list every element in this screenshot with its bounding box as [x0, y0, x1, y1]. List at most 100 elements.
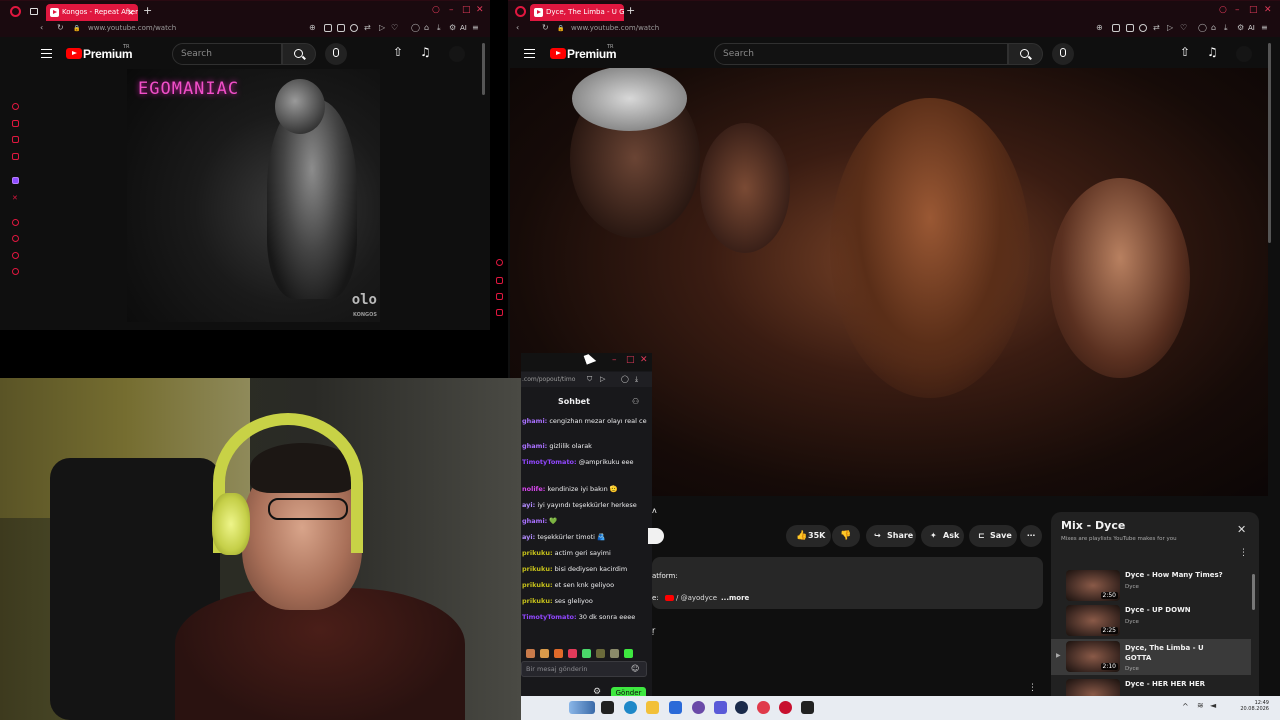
sidebar-twitch-icon[interactable] — [12, 177, 19, 184]
menu-hamburger-icon[interactable] — [524, 49, 535, 58]
minimize-icon[interactable]: – — [1235, 5, 1240, 15]
sidebar-settings-icon[interactable] — [12, 268, 19, 275]
emote-icon[interactable] — [526, 649, 535, 658]
more-link[interactable]: ...more — [721, 594, 749, 602]
chat-username[interactable]: prikuku: — [522, 565, 553, 573]
tab-kongos[interactable]: Kongos - Repeat After Me × — [46, 4, 138, 21]
taskbar-clock[interactable]: 12:49 20.08.2026 — [1229, 700, 1269, 712]
chat-username[interactable]: prikuku: — [522, 581, 553, 589]
chat-username[interactable]: prikuku: — [522, 549, 553, 557]
ask-button[interactable]: ✦ Ask — [921, 525, 964, 547]
channel-handle-link[interactable]: / @ayodyce — [676, 594, 717, 602]
tab-dyce[interactable]: Dyce, The Limba - U G — [530, 4, 624, 21]
scrollbar[interactable] — [482, 43, 485, 95]
extension-icon[interactable] — [1139, 24, 1147, 32]
more-vertical-icon[interactable]: ⋮ — [1028, 683, 1037, 693]
avatar[interactable] — [449, 46, 465, 62]
minimize-icon[interactable]: – — [612, 355, 617, 365]
chat-url-bar[interactable]: .com/popout/timo ⛉ ▷ ◯ ⤓ — [521, 372, 652, 387]
browser-logo-icon[interactable] — [515, 6, 526, 17]
search-tabs-icon[interactable]: ○ — [432, 5, 440, 15]
sidebar-bag-icon[interactable] — [496, 277, 503, 284]
extension-icon[interactable] — [337, 24, 345, 32]
sidebar-history-icon[interactable] — [12, 103, 19, 110]
mix-item[interactable]: 2:25 Dyce - UP DOWN Dyce — [1051, 605, 1251, 640]
tab-list-icon[interactable] — [30, 8, 38, 15]
chat-username[interactable]: nolife: — [522, 485, 545, 493]
description-box[interactable]: atform: e: / @ayodyce ...more — [652, 557, 1043, 609]
notifications-bell-icon[interactable]: ♫ — [420, 45, 431, 59]
steam-icon[interactable] — [735, 701, 748, 714]
download-icon[interactable]: ⤓ — [635, 372, 638, 387]
settings-icon[interactable]: ⚙ — [1237, 23, 1244, 32]
browser-logo-icon[interactable] — [10, 6, 21, 17]
sidebar-timer-icon[interactable] — [12, 235, 19, 242]
ai-button[interactable]: AI — [1248, 24, 1255, 32]
play-icon[interactable]: ▷ — [600, 372, 605, 387]
maximize-icon[interactable]: □ — [626, 355, 635, 365]
extension-icon[interactable]: ⇄ — [364, 23, 371, 32]
tab-close-icon[interactable]: × — [127, 4, 134, 21]
chat-username[interactable]: TimotyTomato: — [522, 613, 577, 621]
chat-icon[interactable]: ◯ — [411, 23, 420, 32]
menu-icon[interactable]: ≡ — [472, 23, 479, 32]
taskview-icon[interactable] — [601, 701, 614, 714]
browser-icon[interactable] — [757, 701, 770, 714]
sidebar-history-icon[interactable] — [496, 259, 503, 266]
zoom-icon[interactable]: ⊕ — [309, 23, 316, 32]
youtube-logo-icon[interactable] — [550, 48, 566, 59]
new-tab-button[interactable]: + — [143, 4, 152, 17]
emote-icon[interactable] — [624, 649, 633, 658]
close-window-icon[interactable]: ✕ — [476, 5, 484, 15]
scrollbar[interactable] — [1252, 574, 1255, 610]
emote-icon[interactable] — [554, 649, 563, 658]
mix-item[interactable]: 2:10 ▶ Dyce, The Limba - U GOTTA Dyce — [1051, 639, 1251, 675]
notifications-bell-icon[interactable]: ♫ — [1207, 45, 1218, 59]
app-icon[interactable] — [801, 701, 814, 714]
sidebar-x-icon[interactable]: ✕ — [12, 194, 19, 202]
maximize-icon[interactable]: □ — [1249, 5, 1258, 15]
chat-username[interactable]: TimotyTomato: — [522, 458, 577, 466]
chat-icon[interactable]: ◯ — [1198, 23, 1207, 32]
chat-username[interactable]: ghami: — [522, 517, 547, 525]
app-icon[interactable] — [669, 701, 682, 714]
chat-username[interactable]: ayi: — [522, 533, 535, 541]
more-vertical-icon[interactable]: ⋮ — [1239, 548, 1248, 558]
dislike-button[interactable]: 👎 — [832, 525, 860, 547]
sidebar-media-icon[interactable] — [496, 309, 503, 316]
edge-icon[interactable] — [624, 701, 637, 714]
emote-icon[interactable] — [568, 649, 577, 658]
extension-icon[interactable]: ⇄ — [1153, 23, 1160, 32]
emote-icon[interactable] — [610, 649, 619, 658]
settings-icon[interactable]: ⚙ — [449, 23, 456, 32]
chat-username[interactable]: ayi: — [522, 501, 535, 509]
chat-username[interactable]: prikuku: — [522, 597, 553, 605]
search-button[interactable] — [282, 43, 316, 65]
address-field[interactable]: www.youtube.com/watch — [571, 24, 659, 32]
emote-icon[interactable] — [596, 649, 605, 658]
file-explorer-icon[interactable] — [646, 701, 659, 714]
volume-icon[interactable]: ◄ — [1210, 701, 1216, 710]
opera-icon[interactable] — [779, 701, 792, 714]
ai-button[interactable]: AI — [460, 24, 467, 32]
start-icon[interactable] — [569, 701, 595, 714]
reload-icon[interactable]: ↻ — [57, 23, 64, 32]
avatar[interactable] — [1236, 46, 1252, 62]
emote-icon[interactable] — [582, 649, 591, 658]
menu-icon[interactable]: ≡ — [1261, 23, 1268, 32]
download-icon[interactable]: ⤓ — [437, 23, 441, 33]
mix-item[interactable]: 2:50 Dyce - How Many Times? Dyce — [1051, 570, 1251, 605]
more-actions-button[interactable]: ⋯ — [1020, 525, 1042, 547]
back-icon[interactable]: ‹ — [516, 23, 519, 32]
minimize-icon[interactable]: – — [449, 5, 454, 15]
share-button[interactable]: ↪ Share — [866, 525, 916, 547]
search-button[interactable] — [1008, 43, 1043, 65]
new-tab-button[interactable]: + — [626, 4, 635, 17]
sidebar-bulb-icon[interactable] — [12, 252, 19, 259]
teams-icon[interactable] — [714, 701, 727, 714]
chat-icon[interactable]: ◯ — [621, 372, 629, 387]
wallet-icon[interactable]: ⌂ — [424, 23, 429, 32]
sidebar-media-icon[interactable] — [12, 153, 19, 160]
close-icon[interactable]: ✕ — [1237, 523, 1246, 536]
obs-icon[interactable] — [692, 701, 705, 714]
